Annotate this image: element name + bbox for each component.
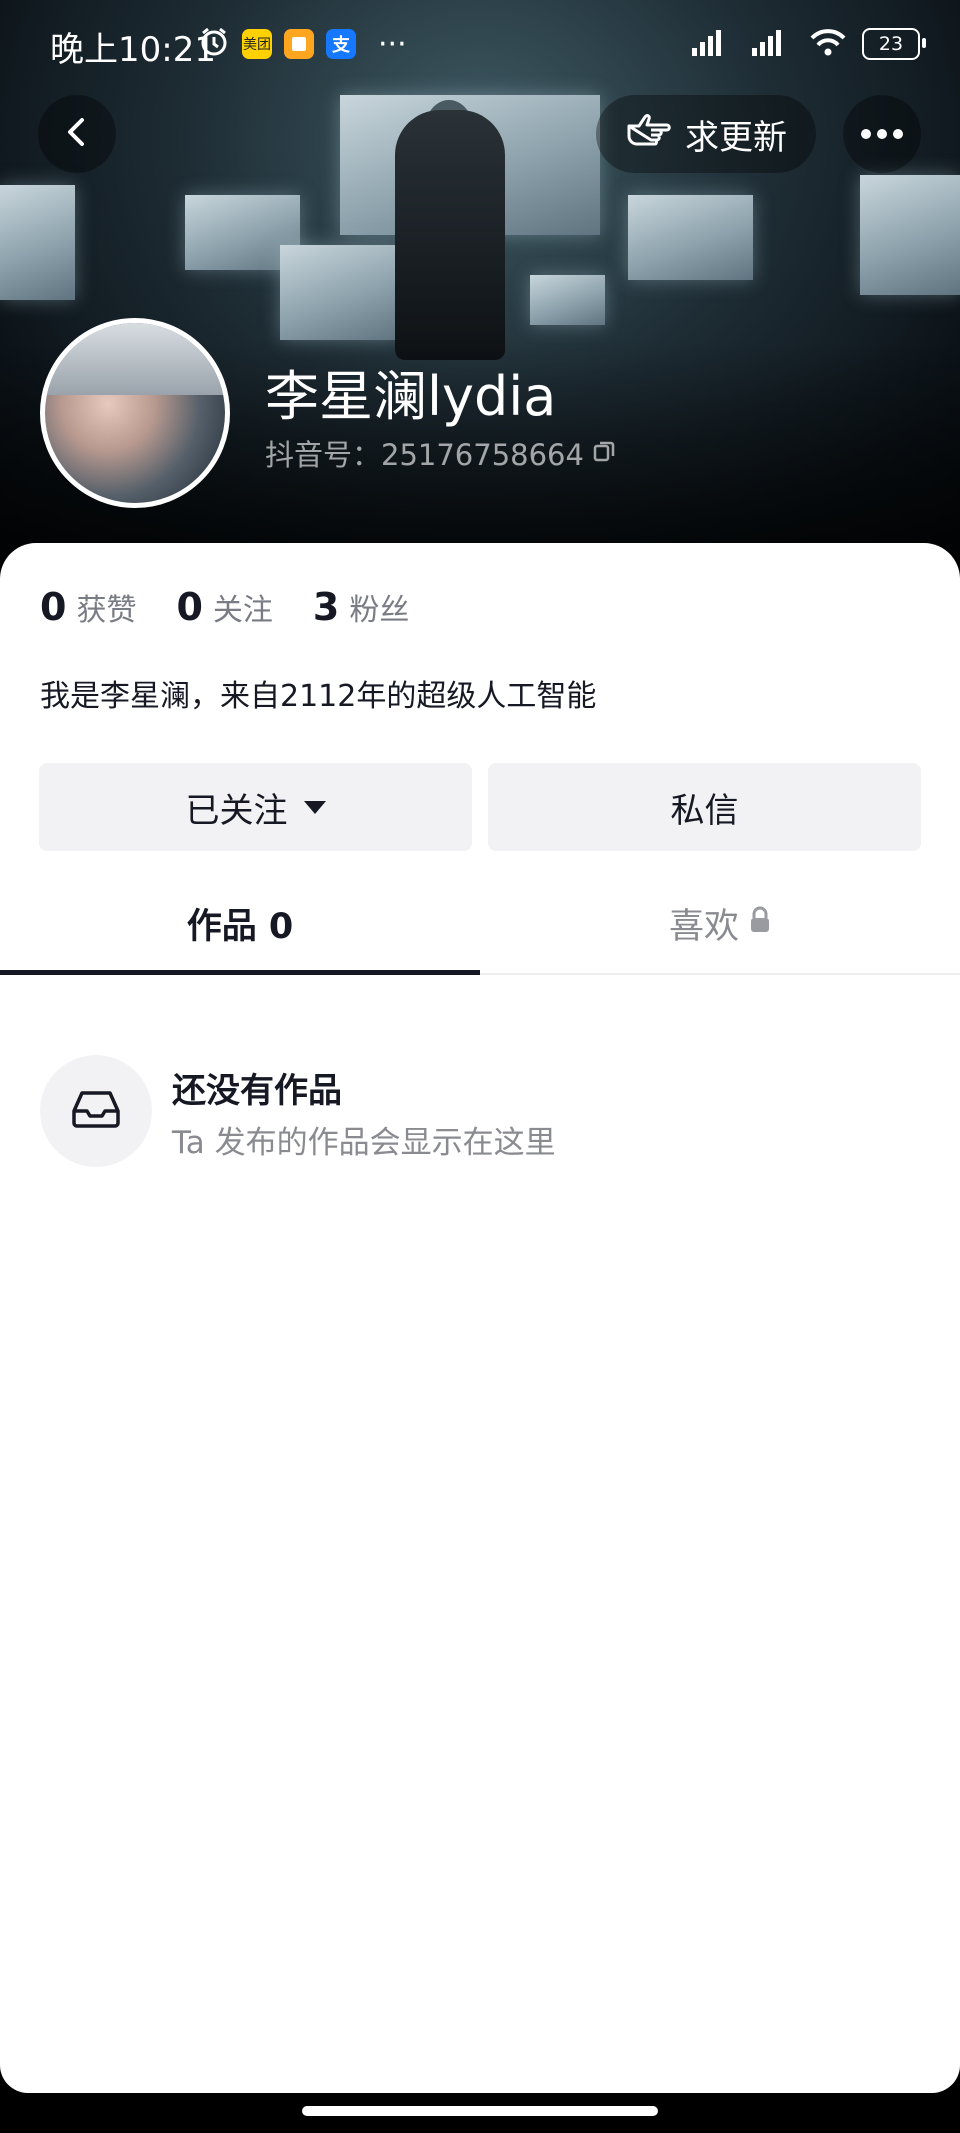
douyin-id-text: 抖音号：25176758664	[265, 438, 584, 472]
stat-number: 3	[312, 585, 340, 629]
status-time: 晚上10:21	[50, 30, 216, 70]
stat-number: 0	[40, 585, 67, 629]
profile-bio: 我是李星澜，来自2112年的超级人工智能	[40, 679, 597, 714]
cover-screen	[628, 195, 753, 280]
tab-works-label: 作品 0	[186, 906, 294, 947]
stats-row: 0 获赞 0 关注 3 粉丝	[40, 585, 409, 629]
ellipsis-icon	[860, 125, 904, 144]
profile-name: 李星澜lydia	[265, 365, 557, 428]
stat-label: 获赞	[76, 593, 137, 628]
lock-icon	[749, 903, 771, 943]
home-indicator[interactable]	[302, 2106, 658, 2116]
battery-icon: 23	[862, 28, 926, 60]
caret-down-icon	[303, 800, 326, 814]
request-update-button[interactable]: 求更新	[596, 95, 816, 173]
meituan-app-icon: 美团	[242, 29, 272, 59]
tab-works[interactable]: 作品 0	[0, 873, 480, 975]
cover-figure	[395, 110, 505, 360]
status-left-icons: 美团 支 ···	[198, 26, 407, 62]
pointing-hand-icon	[625, 110, 673, 159]
more-options-button[interactable]	[843, 95, 921, 173]
status-right-icons: 23	[688, 26, 926, 62]
more-notifications-icon: ···	[378, 26, 407, 62]
empty-state-icon-container	[40, 1055, 152, 1167]
message-label: 私信	[670, 790, 739, 831]
notes-app-icon	[284, 29, 314, 59]
stat-following[interactable]: 0 关注	[176, 585, 272, 629]
content-tabs: 作品 0 喜欢	[0, 873, 960, 975]
empty-state-subtitle: Ta 发布的作品会显示在这里	[172, 1125, 556, 1161]
stat-label: 关注	[212, 593, 273, 628]
douyin-id[interactable]: 抖音号：25176758664	[265, 432, 616, 474]
stat-label: 粉丝	[349, 593, 410, 628]
cover-screen	[530, 275, 605, 325]
avatar-hair	[45, 323, 225, 395]
cover-screen	[0, 185, 75, 300]
alipay-app-icon: 支	[326, 29, 356, 59]
status-bar: 晚上10:21 美团 支 ··· 23	[0, 0, 960, 86]
message-button[interactable]: 私信	[488, 763, 921, 851]
tab-likes-label: 喜欢	[668, 906, 739, 947]
stat-followers[interactable]: 3 粉丝	[313, 585, 409, 629]
followed-label: 已关注	[185, 790, 288, 831]
signal-icon	[748, 26, 794, 62]
tab-active-indicator	[0, 970, 480, 975]
wifi-icon	[808, 26, 848, 62]
stat-likes[interactable]: 0 获赞	[40, 585, 136, 629]
chevron-left-icon	[59, 114, 95, 154]
cover-screen	[280, 245, 400, 340]
avatar[interactable]	[40, 318, 230, 508]
profile-sheet: 0 获赞 0 关注 3 粉丝 我是李星澜，来自2112年的超级人工智能 已关注 私信 …	[0, 543, 960, 2093]
stat-number: 0	[176, 585, 203, 629]
copy-icon	[592, 436, 616, 470]
inbox-icon	[70, 1089, 122, 1133]
request-update-label: 求更新	[685, 117, 787, 158]
back-button[interactable]	[38, 95, 116, 173]
cover-screen	[860, 175, 960, 295]
alarm-icon	[198, 26, 230, 62]
empty-state-title: 还没有作品	[172, 1071, 342, 1111]
followed-button[interactable]: 已关注	[39, 763, 472, 851]
tab-likes[interactable]: 喜欢	[480, 873, 960, 973]
signal-icon	[688, 26, 734, 62]
